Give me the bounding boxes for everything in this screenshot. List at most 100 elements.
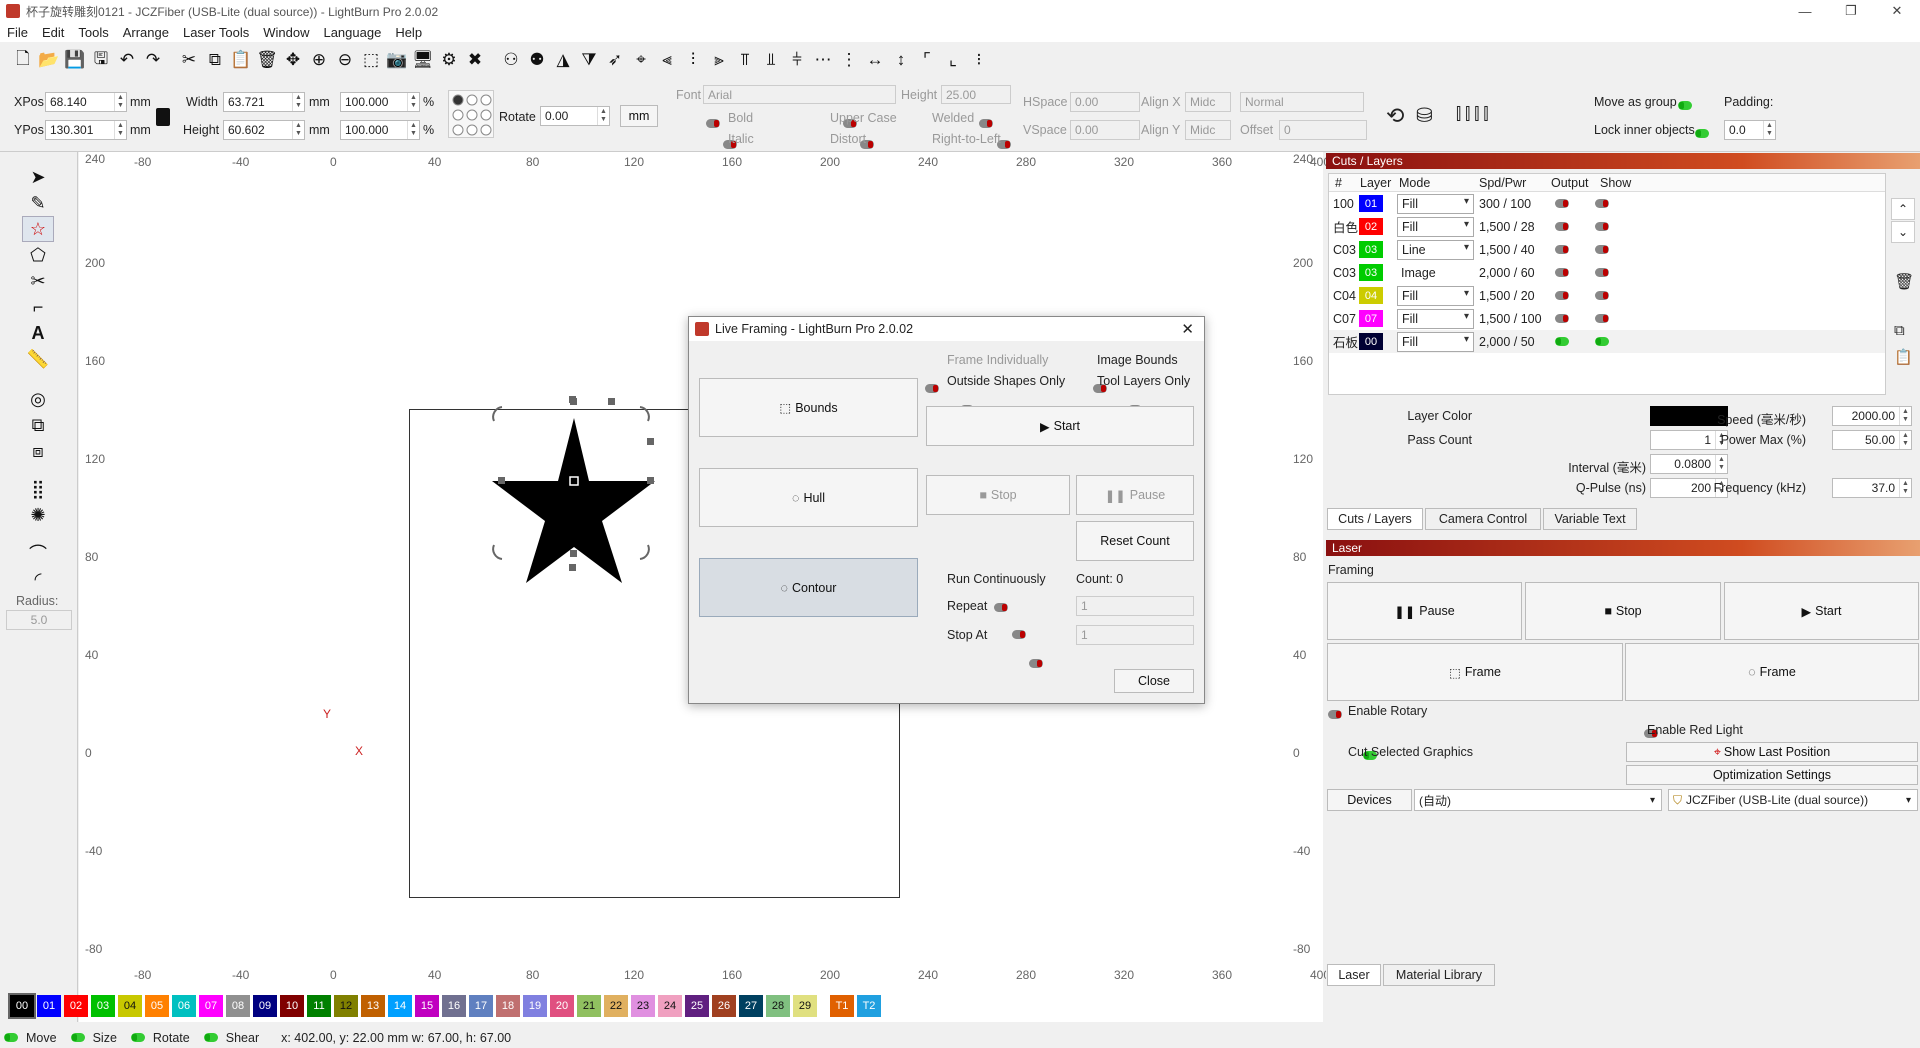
layer-show-toggle[interactable] xyxy=(1595,222,1609,231)
save-icon[interactable]: 💾 xyxy=(62,47,88,73)
align-right-icon[interactable]: ⫸ xyxy=(706,47,732,73)
vspace-input[interactable]: 0.00 xyxy=(1070,120,1140,140)
move-icon[interactable]: ✥ xyxy=(280,47,306,73)
frame-contour-button[interactable]: ◌ Frame xyxy=(1625,643,1919,701)
layer-mode-select[interactable]: Fill xyxy=(1397,308,1474,329)
send-icon[interactable]: ➶ xyxy=(602,47,628,73)
align-top-icon[interactable]: ⫪ xyxy=(732,47,758,73)
align-center-icon[interactable]: ⫶ xyxy=(680,47,706,73)
menu-language[interactable]: Language xyxy=(316,25,388,40)
spread-icon[interactable]: ⁝ xyxy=(966,47,992,73)
palette-swatch[interactable]: 29 xyxy=(793,995,817,1017)
dock-tools-icon[interactable]: ⫿⫿⫿⫿ xyxy=(1456,106,1492,124)
tab-laser[interactable]: Laser xyxy=(1327,964,1381,986)
redo-icon[interactable]: ↷ xyxy=(140,47,166,73)
layer-output-toggle[interactable] xyxy=(1555,337,1569,346)
layer-row[interactable]: 100 01 Fill 300 / 100 xyxy=(1329,192,1885,215)
paste-layer-icon[interactable]: 📋 xyxy=(1894,348,1913,366)
scale-width-input[interactable]: 100.000 ▲ ▼ xyxy=(340,92,420,112)
palette-swatch[interactable]: 22 xyxy=(604,995,628,1017)
palette-swatch[interactable]: 00 xyxy=(8,993,36,1019)
round-corner-icon[interactable]: ◜ xyxy=(22,566,54,592)
menu-edit[interactable]: Edit xyxy=(35,25,71,40)
camera-icon[interactable]: 📷 xyxy=(384,47,410,73)
layer-mode-select[interactable]: Fill xyxy=(1397,193,1474,214)
undo-icon[interactable]: ↶ xyxy=(114,47,140,73)
repeat-toggle[interactable] xyxy=(1011,630,1026,640)
height-input[interactable]: 60.602 ▲ ▼ xyxy=(223,120,305,140)
layer-row[interactable]: C0404 Fill 1,500 / 20 xyxy=(1329,284,1885,307)
corner-tool-icon[interactable]: ⌒ xyxy=(22,540,54,566)
layer-show-toggle[interactable] xyxy=(1595,337,1609,346)
layer-row[interactable]: C0707 Fill 1,500 / 100 xyxy=(1329,307,1885,330)
laser-pause-button[interactable]: ❚❚ Pause xyxy=(1327,582,1522,640)
tab-material-library[interactable]: Material Library xyxy=(1383,964,1495,986)
size-status-toggle[interactable] xyxy=(70,1033,85,1042)
power-max-input[interactable]: 50.00 ▲ ▼ xyxy=(1832,430,1912,450)
align-x-select[interactable]: Midc xyxy=(1185,92,1231,112)
palette-swatch[interactable]: 23 xyxy=(631,995,655,1017)
layer-row[interactable]: C0303 Line 1,500 / 40 xyxy=(1329,238,1885,261)
xpos-input[interactable]: 68.140 ▲ ▼ xyxy=(45,92,127,112)
text-mode-select[interactable]: Normal xyxy=(1240,92,1364,112)
copy-layer-icon[interactable]: ⧉ xyxy=(1894,322,1905,339)
reset-count-button[interactable]: Reset Count xyxy=(1076,521,1194,561)
palette-swatch[interactable]: 17 xyxy=(469,995,493,1017)
cut-icon[interactable]: ✂ xyxy=(176,47,202,73)
scale-height-input[interactable]: 100.000 ▲ ▼ xyxy=(340,120,420,140)
same-width-icon[interactable]: ↔ xyxy=(862,47,888,73)
palette-swatch[interactable]: 05 xyxy=(145,995,169,1017)
palette-swatch[interactable]: 07 xyxy=(199,995,223,1017)
anchor-grid[interactable] xyxy=(448,90,494,138)
move-layer-down-icon[interactable]: ⌄ xyxy=(1891,221,1915,243)
speed-input[interactable]: 2000.00 ▲ ▼ xyxy=(1832,406,1912,426)
flip-icon[interactable]: ⧩ xyxy=(576,47,602,73)
align-y-select[interactable]: Midc xyxy=(1185,120,1231,140)
shear-status-toggle[interactable] xyxy=(203,1033,218,1042)
port-select[interactable]: (自动) ▾ xyxy=(1414,789,1662,811)
repeat-input[interactable]: 1 xyxy=(1076,596,1194,616)
tab-cuts-layers[interactable]: Cuts / Layers xyxy=(1327,508,1423,530)
frequency-input[interactable]: 37.0 ▲ ▼ xyxy=(1832,478,1912,498)
rotate-input[interactable]: 0.00 ▲ ▼ xyxy=(540,106,610,126)
polygon-tool-icon[interactable]: ⬠ xyxy=(22,242,54,268)
optimization-settings-button[interactable]: Optimization Settings xyxy=(1626,765,1918,785)
star-tool-icon[interactable]: ☆ xyxy=(22,216,54,242)
new-file-icon[interactable]: 🗋 xyxy=(10,47,36,73)
layer-output-toggle[interactable] xyxy=(1555,291,1569,300)
pass-count-input[interactable]: 1 ▲ ▼ xyxy=(1650,430,1728,450)
cylinder-icon[interactable]: ⛁ xyxy=(1416,103,1433,128)
layer-output-toggle[interactable] xyxy=(1555,199,1569,208)
frame-rect-button[interactable]: ⬚ Frame xyxy=(1327,643,1623,701)
padding-input[interactable]: 0.0 ▲ ▼ xyxy=(1724,120,1776,140)
palette-swatch[interactable]: 09 xyxy=(253,995,277,1017)
distribute-v-icon[interactable]: ⋮ xyxy=(836,47,862,73)
layer-show-toggle[interactable] xyxy=(1595,268,1609,277)
stop-at-input[interactable]: 1 xyxy=(1076,625,1194,645)
layer-output-toggle[interactable] xyxy=(1555,314,1569,323)
welded-toggle[interactable] xyxy=(979,119,994,129)
devices-button[interactable]: Devices xyxy=(1327,789,1412,811)
open-file-icon[interactable]: 📂 xyxy=(36,47,62,73)
enable-rotary-toggle[interactable] xyxy=(1328,710,1342,720)
dock2-icon[interactable]: ⌞ xyxy=(940,47,966,73)
layer-mode-select[interactable]: Fill xyxy=(1397,216,1474,237)
palette-swatch[interactable]: 20 xyxy=(550,995,574,1017)
rotate-status-toggle[interactable] xyxy=(130,1033,145,1042)
show-last-position-button[interactable]: ⌖ Show Last Position xyxy=(1626,742,1918,762)
menu-window[interactable]: Window xyxy=(256,25,316,40)
group-icon[interactable]: ⚇ xyxy=(498,47,524,73)
delete-layer-icon[interactable]: 🗑 xyxy=(1894,272,1914,292)
layer-mode-select[interactable]: Line xyxy=(1397,239,1474,260)
palette-swatch[interactable]: 11 xyxy=(307,995,331,1017)
device-select[interactable]: ⛉ JCZFiber (USB-Lite (dual source)) ▾ xyxy=(1668,789,1918,811)
stop-button[interactable]: ■ Stop xyxy=(926,475,1070,515)
menu-file[interactable]: File xyxy=(0,25,35,40)
layer-row[interactable]: C03 03 Image 2,000 / 60 xyxy=(1329,261,1885,284)
lock-icon[interactable] xyxy=(156,108,170,126)
maximize-button[interactable]: ❐ xyxy=(1828,0,1874,22)
minimize-button[interactable]: — xyxy=(1782,0,1828,22)
palette-swatch[interactable]: 01 xyxy=(37,995,61,1017)
ypos-input[interactable]: 130.301 ▲ ▼ xyxy=(45,120,127,140)
layer-mode-select[interactable]: Fill xyxy=(1397,285,1474,306)
